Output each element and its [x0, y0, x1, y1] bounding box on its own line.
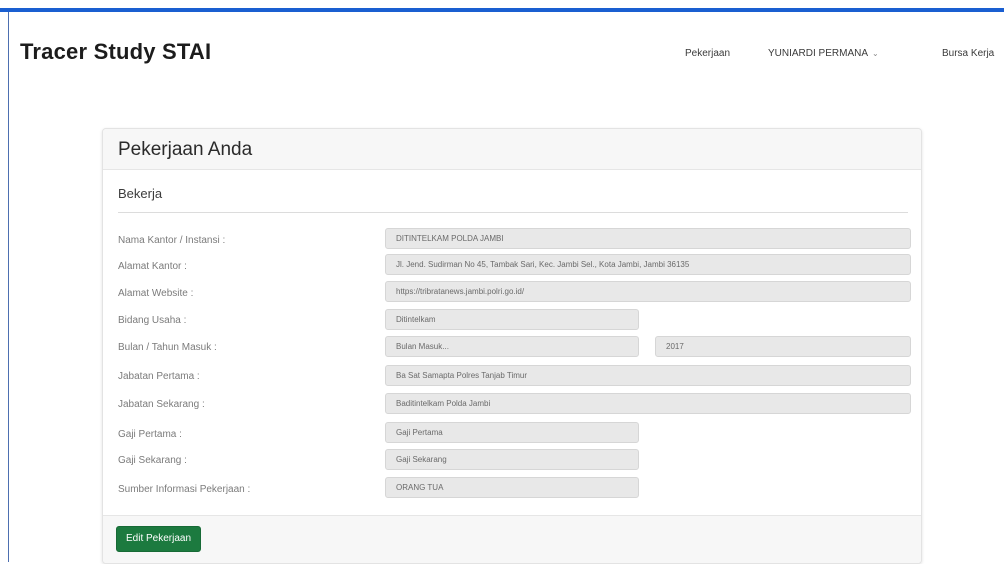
field-alamat-website[interactable]: https://tribratanews.jambi.polri.go.id/ — [385, 281, 911, 302]
field-nama-kantor[interactable]: DITINTELKAM POLDA JAMBI — [385, 228, 911, 249]
label-bidang-usaha: Bidang Usaha : — [118, 315, 187, 326]
label-gaji-pertama: Gaji Pertama : — [118, 429, 182, 440]
nav-user-dropdown[interactable]: YUNIARDI PERMANA ⌄ — [768, 48, 879, 59]
field-bidang-usaha[interactable]: Ditintelkam — [385, 309, 639, 330]
field-gaji-pertama[interactable]: Gaji Pertama — [385, 422, 639, 443]
edit-pekerjaan-button[interactable]: Edit Pekerjaan — [116, 526, 202, 552]
section-divider — [118, 212, 908, 213]
field-alamat-kantor[interactable]: Jl. Jend. Sudirman No 45, Tambak Sari, K… — [385, 254, 911, 275]
label-jabatan-sekarang: Jabatan Sekarang : — [118, 399, 205, 410]
field-tahun-masuk[interactable]: 2017 — [655, 336, 911, 357]
navbar: Tracer Study STAI Pekerjaan YUNIARDI PER… — [0, 12, 1004, 92]
card-footer: Edit Pekerjaan — [103, 515, 921, 563]
label-jabatan-pertama: Jabatan Pertama : — [118, 371, 200, 382]
brand-logo-text[interactable]: Tracer Study STAI — [20, 39, 211, 65]
section-title: Bekerja — [118, 186, 163, 201]
label-sumber-informasi: Sumber Informasi Pekerjaan : — [118, 484, 251, 495]
nav-user-name: YUNIARDI PERMANA — [768, 48, 869, 59]
field-gaji-sekarang[interactable]: Gaji Sekarang — [385, 449, 639, 470]
label-bulan-tahun-masuk: Bulan / Tahun Masuk : — [118, 342, 217, 353]
select-bulan-masuk[interactable]: Bulan Masuk... — [385, 336, 639, 357]
job-card: Pekerjaan Anda Bekerja Nama Kantor / Ins… — [102, 128, 922, 564]
chevron-down-icon: ⌄ — [872, 49, 879, 58]
nav-link-bursa-kerja[interactable]: Bursa Kerja — [942, 48, 994, 59]
label-alamat-kantor: Alamat Kantor : — [118, 261, 187, 272]
nav-link-pekerjaan[interactable]: Pekerjaan — [685, 48, 730, 59]
page-title: Pekerjaan Anda — [118, 139, 253, 160]
field-sumber-informasi[interactable]: ORANG TUA — [385, 477, 639, 498]
field-jabatan-pertama[interactable]: Ba Sat Samapta Polres Tanjab Timur — [385, 365, 911, 386]
page-edge-line — [8, 12, 9, 562]
label-alamat-website: Alamat Website : — [118, 288, 194, 299]
card-header: Pekerjaan Anda — [103, 129, 921, 170]
field-jabatan-sekarang[interactable]: Baditintelkam Polda Jambi — [385, 393, 911, 414]
label-gaji-sekarang: Gaji Sekarang : — [118, 455, 187, 466]
label-nama-kantor: Nama Kantor / Instansi : — [118, 235, 226, 246]
